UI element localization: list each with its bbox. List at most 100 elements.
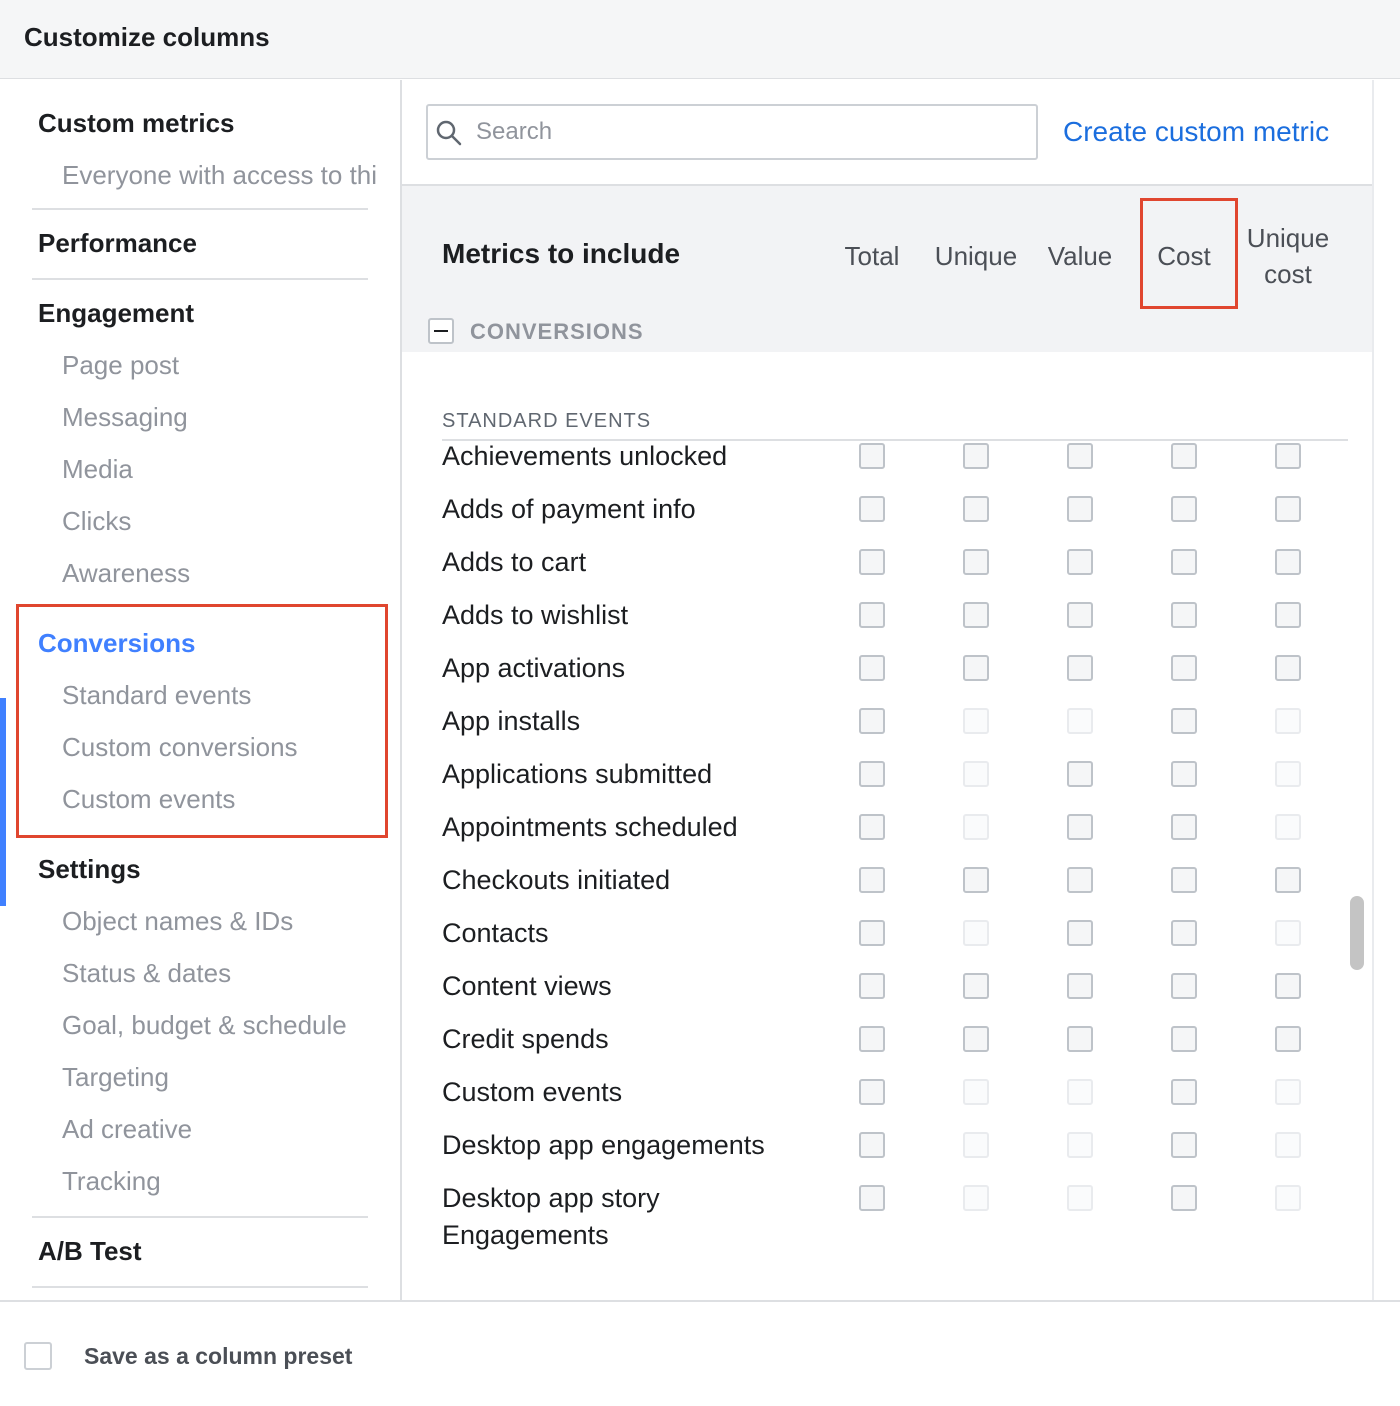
checkbox-credit-spends-unique-cost[interactable]	[1275, 1026, 1301, 1052]
checkbox-desktop-app-engagements-cost[interactable]	[1171, 1132, 1197, 1158]
checkbox-app-activations-cost[interactable]	[1171, 655, 1197, 681]
checkbox-adds-of-payment-info-total[interactable]	[859, 496, 885, 522]
sidebar-section-performance[interactable]: Performance	[38, 228, 197, 259]
checkbox-checkouts-initiated-total[interactable]	[859, 867, 885, 893]
checkbox-custom-events-total[interactable]	[859, 1079, 885, 1105]
subgroup-label: STANDARD EVENTS	[442, 410, 652, 432]
checkbox-checkouts-initiated-value[interactable]	[1067, 867, 1093, 893]
sidebar-item-object-names-ids[interactable]: Object names & IDs	[62, 906, 293, 937]
checkbox-app-activations-value[interactable]	[1067, 655, 1093, 681]
sidebar-item-goal-budget-schedule[interactable]: Goal, budget & schedule	[62, 1010, 347, 1041]
scrollbar-thumb[interactable]	[1350, 896, 1364, 970]
checkbox-appointments-scheduled-cost[interactable]	[1171, 814, 1197, 840]
checkbox-appointments-scheduled-value[interactable]	[1067, 814, 1093, 840]
checkbox-credit-spends-cost[interactable]	[1171, 1026, 1197, 1052]
checkbox-checkouts-initiated-unique[interactable]	[963, 867, 989, 893]
checkbox-contacts-cost[interactable]	[1171, 920, 1197, 946]
checkbox-app-installs-cost[interactable]	[1171, 708, 1197, 734]
sidebar-divider	[32, 208, 368, 210]
checkbox-desktop-app-story-engagements-cost[interactable]	[1171, 1185, 1197, 1211]
checkbox-adds-of-payment-info-value[interactable]	[1067, 496, 1093, 522]
checkbox-content-views-value[interactable]	[1067, 973, 1093, 999]
checkbox-contacts-unique-cost	[1275, 920, 1301, 946]
checkbox-adds-of-payment-info-unique[interactable]	[963, 496, 989, 522]
checkbox-desktop-app-story-engagements-unique-cost	[1275, 1185, 1301, 1211]
checkbox-desktop-app-engagements-unique	[963, 1132, 989, 1158]
sidebar: Custom metrics Everyone with access to th…	[0, 80, 400, 1300]
checkbox-achievements-unlocked-unique-cost[interactable]	[1275, 443, 1301, 469]
checkbox-adds-to-wishlist-cost[interactable]	[1171, 602, 1197, 628]
checkbox-app-installs-total[interactable]	[859, 708, 885, 734]
checkbox-app-activations-unique[interactable]	[963, 655, 989, 681]
checkbox-credit-spends-unique[interactable]	[963, 1026, 989, 1052]
checkbox-achievements-unlocked-unique[interactable]	[963, 443, 989, 469]
sidebar-item-custom-conversions[interactable]: Custom conversions	[62, 732, 298, 763]
checkbox-achievements-unlocked-cost[interactable]	[1171, 443, 1197, 469]
checkbox-adds-to-wishlist-unique[interactable]	[963, 602, 989, 628]
search-input[interactable]	[476, 116, 1016, 148]
checkbox-contacts-value[interactable]	[1067, 920, 1093, 946]
checkbox-credit-spends-value[interactable]	[1067, 1026, 1093, 1052]
checkbox-adds-to-wishlist-unique-cost[interactable]	[1275, 602, 1301, 628]
sidebar-section-settings[interactable]: Settings	[38, 854, 141, 885]
checkbox-adds-of-payment-info-unique-cost[interactable]	[1275, 496, 1301, 522]
checkbox-app-activations-total[interactable]	[859, 655, 885, 681]
checkbox-applications-submitted-total[interactable]	[859, 761, 885, 787]
checkbox-app-activations-unique-cost[interactable]	[1275, 655, 1301, 681]
sidebar-item-custom-events[interactable]: Custom events	[62, 784, 235, 815]
checkbox-desktop-app-engagements-total[interactable]	[859, 1132, 885, 1158]
checkbox-applications-submitted-value[interactable]	[1067, 761, 1093, 787]
sidebar-item-status-dates[interactable]: Status & dates	[62, 958, 231, 989]
sidebar-item-media[interactable]: Media	[62, 454, 133, 485]
sidebar-item-targeting[interactable]: Targeting	[62, 1062, 169, 1093]
panel-edge	[1372, 80, 1374, 1300]
checkbox-adds-to-cart-value[interactable]	[1067, 549, 1093, 575]
sidebar-section-custom-metrics[interactable]: Custom metrics	[38, 108, 235, 139]
checkbox-content-views-unique-cost[interactable]	[1275, 973, 1301, 999]
sidebar-section-engagement[interactable]: Engagement	[38, 298, 194, 329]
checkbox-adds-to-wishlist-total[interactable]	[859, 602, 885, 628]
checkbox-adds-to-cart-cost[interactable]	[1171, 549, 1197, 575]
search-box[interactable]	[426, 104, 1038, 160]
create-custom-metric-link[interactable]: Create custom metric	[1063, 116, 1329, 148]
sidebar-divider	[32, 1216, 368, 1218]
collapse-group-icon[interactable]	[428, 318, 454, 344]
sidebar-section-conversions[interactable]: Conversions	[38, 628, 196, 659]
sidebar-item-messaging[interactable]: Messaging	[62, 402, 188, 433]
sidebar-item-page-post[interactable]: Page post	[62, 350, 179, 381]
sidebar-item-everyone-with-access-to-thi[interactable]: Everyone with access to thi	[62, 160, 377, 191]
dialog-footer: Save as a column preset	[0, 1300, 1400, 1406]
sidebar-item-awareness[interactable]: Awareness	[62, 558, 190, 589]
sidebar-section-a-b-test[interactable]: A/B Test	[38, 1236, 142, 1267]
column-header-unique: Unique	[934, 241, 1018, 271]
checkbox-achievements-unlocked-total[interactable]	[859, 443, 885, 469]
sidebar-item-standard-events[interactable]: Standard events	[62, 680, 251, 711]
checkbox-checkouts-initiated-unique-cost[interactable]	[1275, 867, 1301, 893]
metric-label-custom-events: Custom events	[442, 1077, 623, 1107]
checkbox-applications-submitted-cost[interactable]	[1171, 761, 1197, 787]
checkbox-content-views-unique[interactable]	[963, 973, 989, 999]
checkbox-appointments-scheduled-total[interactable]	[859, 814, 885, 840]
checkbox-adds-of-payment-info-cost[interactable]	[1171, 496, 1197, 522]
checkbox-content-views-total[interactable]	[859, 973, 885, 999]
sidebar-item-clicks[interactable]: Clicks	[62, 506, 131, 537]
checkbox-contacts-total[interactable]	[859, 920, 885, 946]
checkbox-appointments-scheduled-unique	[963, 814, 989, 840]
checkbox-adds-to-cart-unique-cost[interactable]	[1275, 549, 1301, 575]
checkbox-custom-events-cost[interactable]	[1171, 1079, 1197, 1105]
checkbox-achievements-unlocked-value[interactable]	[1067, 443, 1093, 469]
checkbox-content-views-cost[interactable]	[1171, 973, 1197, 999]
checkbox-desktop-app-story-engagements-total[interactable]	[859, 1185, 885, 1211]
checkbox-desktop-app-engagements-unique-cost	[1275, 1132, 1301, 1158]
checkbox-adds-to-cart-unique[interactable]	[963, 549, 989, 575]
checkbox-adds-to-cart-total[interactable]	[859, 549, 885, 575]
checkbox-checkouts-initiated-cost[interactable]	[1171, 867, 1197, 893]
sidebar-item-ad-creative[interactable]: Ad creative	[62, 1114, 192, 1145]
save-preset-checkbox[interactable]	[24, 1342, 52, 1370]
sidebar-item-tracking[interactable]: Tracking	[62, 1166, 161, 1197]
checkbox-adds-to-wishlist-value[interactable]	[1067, 602, 1093, 628]
metric-label-contacts: Contacts	[442, 918, 549, 948]
checkbox-app-installs-unique-cost	[1275, 708, 1301, 734]
checkbox-credit-spends-total[interactable]	[859, 1026, 885, 1052]
checkbox-desktop-app-engagements-value	[1067, 1132, 1093, 1158]
